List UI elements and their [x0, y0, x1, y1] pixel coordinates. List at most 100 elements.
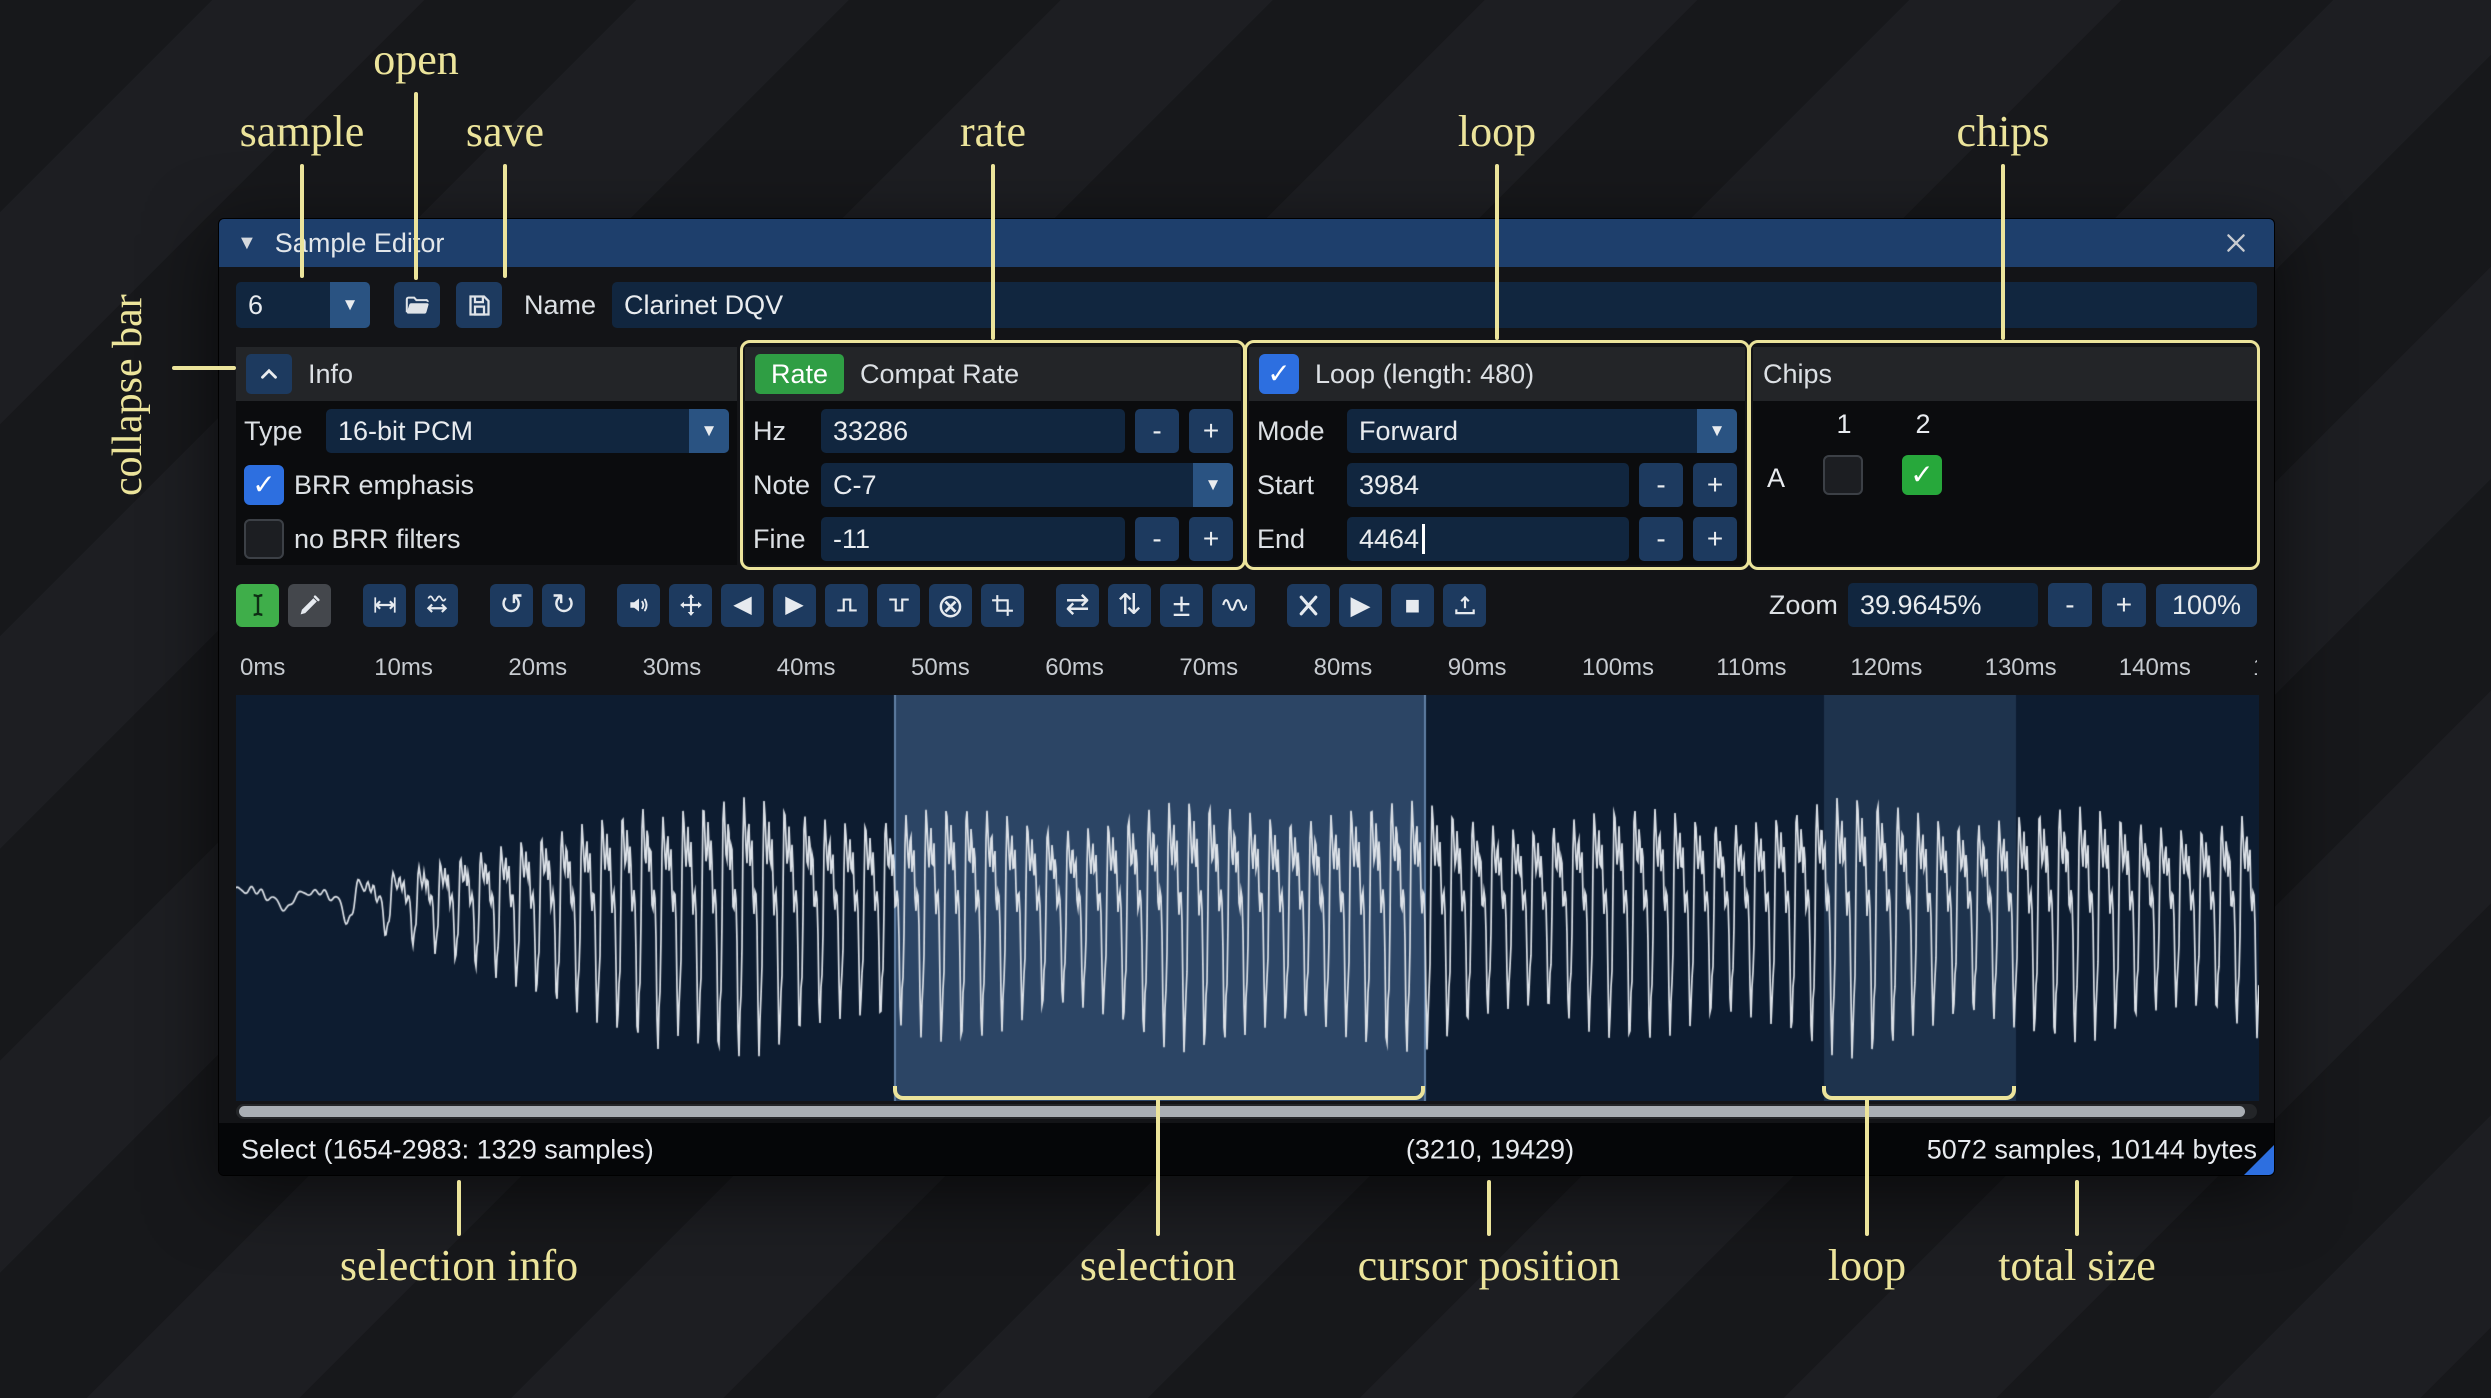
annotation-chips-outline [1748, 340, 2260, 570]
save-sample-button[interactable] [456, 282, 502, 328]
scrollbar-thumb[interactable] [239, 1106, 2245, 1117]
annotation-collapse-bar-label: collapse bar [105, 294, 151, 496]
type-label: Type [244, 415, 303, 446]
check-icon: ✓ [252, 469, 276, 500]
annotation-loop-bottom-label: loop [1827, 1241, 1907, 1290]
fade-out-button[interactable]: ▶ [773, 583, 816, 627]
zoom-in-button[interactable]: + [2101, 583, 2146, 627]
insert-silence-button[interactable] [825, 583, 868, 627]
reverse-button[interactable]: ⇄ [1056, 583, 1099, 627]
no-brr-filters-label: no BRR filters [294, 523, 461, 554]
ruler-label: 30ms [642, 654, 702, 681]
resize-grip[interactable] [2244, 1145, 2274, 1175]
no-brr-filters-checkbox[interactable] [244, 519, 284, 559]
trim-button[interactable] [981, 583, 1024, 627]
resize-button[interactable] [363, 583, 406, 627]
ruler-label: 150ms [2253, 654, 2257, 682]
zoom-label: Zoom [1768, 589, 1838, 620]
undo-icon: ↺ [499, 588, 524, 621]
annotation-open-line [414, 92, 418, 280]
brr-emphasis-label: BRR emphasis [294, 469, 475, 500]
redo-icon: ↻ [551, 588, 576, 621]
fade-out-icon: ▶ [785, 591, 804, 618]
ibeam-cursor-icon [245, 592, 271, 618]
delete-button[interactable]: ⊗ [929, 583, 972, 627]
annotation-rate-outline [740, 340, 1246, 570]
preview-button[interactable]: ▶ [1339, 583, 1382, 627]
annotation-loop-line [1495, 164, 1499, 340]
close-button[interactable] [2216, 223, 2256, 263]
reverse-icon: ⇄ [1065, 588, 1090, 621]
annotation-sample-label: sample [239, 107, 365, 156]
name-label: Name [524, 289, 597, 320]
status-bar: Select (1654-2983: 1329 samples) (3210, … [219, 1123, 2274, 1175]
annotation-cursor-position-label: cursor position [1357, 1241, 1621, 1290]
annotation-selection-info-line [457, 1180, 461, 1236]
annotation-chips-label: chips [1956, 107, 2050, 156]
info-panel: Info Type 16-bit PCM ▼ ✓ BRR emphasis no… [236, 347, 737, 565]
no-brr-filters-row: no BRR filters [244, 515, 729, 563]
waveform-scrollbar[interactable] [236, 1104, 2257, 1119]
annotation-save-line [503, 164, 507, 278]
waveform-canvas[interactable] [236, 695, 2259, 1101]
window-collapse-icon[interactable]: ▼ [237, 232, 257, 255]
stretch-button[interactable] [415, 583, 458, 627]
type-select[interactable]: 16-bit PCM ▼ [326, 409, 729, 453]
sample-number-select[interactable]: 6 ▼ [236, 282, 370, 328]
annotation-loop-bracket [1822, 1086, 2016, 1100]
name-input[interactable] [612, 282, 2257, 328]
info-panel-header: Info [236, 347, 737, 401]
ruler-label: 140ms [2118, 654, 2191, 681]
time-ruler[interactable]: 0ms 10ms 20ms 30ms 40ms 50ms 60ms 70ms 80ms 90ms 1… [236, 649, 2257, 687]
open-sample-button[interactable] [394, 282, 440, 328]
upload-button[interactable] [1443, 583, 1486, 627]
plus-minus-icon: ± [1172, 587, 1191, 623]
annotation-save-label: save [465, 107, 545, 156]
filter-wave-icon [1221, 592, 1247, 618]
filter-button[interactable] [1212, 583, 1255, 627]
redo-button[interactable]: ↻ [542, 583, 585, 627]
pencil-icon [297, 593, 322, 618]
annotation-selection-info-label: selection info [339, 1241, 579, 1290]
annotation-open-label: open [373, 35, 459, 84]
zoom-reset-button[interactable]: 100% [2155, 583, 2257, 627]
amplify-button[interactable] [617, 583, 660, 627]
brr-emphasis-checkbox[interactable]: ✓ [244, 465, 284, 505]
volume-icon [626, 592, 652, 618]
annotation-loop-bottom-line [1865, 1098, 1869, 1236]
undo-button[interactable]: ↺ [490, 583, 533, 627]
sign-button[interactable]: ± [1160, 583, 1203, 627]
apply-silence-button[interactable] [877, 583, 920, 627]
crossfade-button[interactable] [1287, 583, 1330, 627]
zoom-out-button[interactable]: - [2047, 583, 2092, 627]
normalize-button[interactable] [669, 583, 712, 627]
ruler-label: 110ms [1716, 654, 1787, 681]
collapse-info-button[interactable] [246, 354, 292, 394]
play-icon: ▶ [1350, 590, 1371, 620]
waveform-area[interactable] [236, 695, 2259, 1101]
fade-in-button[interactable]: ◀ [721, 583, 764, 627]
chevron-up-icon [256, 361, 282, 387]
sample-number-value: 6 [248, 289, 264, 320]
resize-icon [372, 592, 398, 618]
stop-preview-button[interactable]: ■ [1391, 583, 1434, 627]
stop-icon: ■ [1404, 590, 1421, 620]
apply-silence-icon [886, 592, 912, 618]
invert-button[interactable]: ⇅ [1108, 583, 1151, 627]
edit-mode-draw-button[interactable] [288, 583, 331, 627]
ruler-label: 60ms [1045, 654, 1104, 681]
ruler-label: 50ms [911, 654, 970, 681]
edit-mode-select-button[interactable] [236, 583, 279, 627]
annotation-cursor-position-line [1487, 1180, 1491, 1236]
ruler-label: 100ms [1582, 654, 1655, 681]
titlebar[interactable]: ▼ Sample Editor [219, 219, 2274, 267]
dropdown-arrow-icon[interactable]: ▼ [330, 282, 370, 328]
dropdown-arrow-icon[interactable]: ▼ [689, 409, 729, 453]
zoom-input[interactable] [1847, 583, 2038, 627]
type-value: 16-bit PCM [338, 415, 474, 446]
ruler-label: 70ms [1179, 654, 1239, 681]
arrows-out-icon [678, 592, 704, 618]
fade-in-icon: ◀ [733, 591, 752, 618]
brr-emphasis-row: ✓ BRR emphasis [244, 461, 729, 509]
floppy-save-icon [466, 292, 493, 319]
